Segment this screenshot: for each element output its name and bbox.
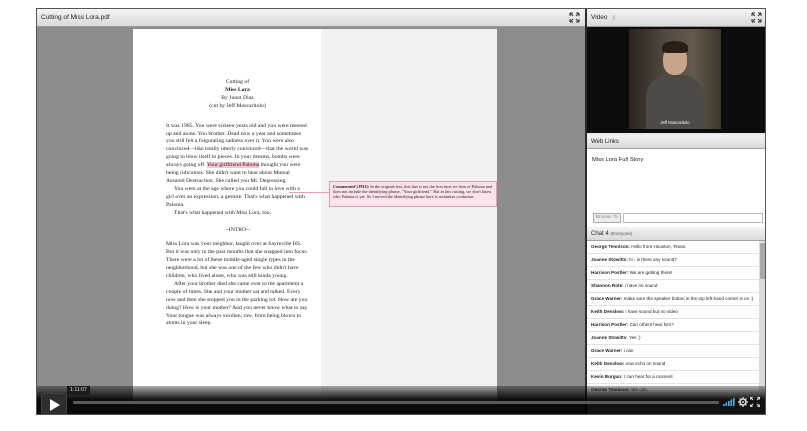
doc-title: Miss Lora [225,86,250,93]
chat-text: i have no sound [624,283,658,288]
chat-username: Kevin Burgun: [591,374,623,379]
chat-message: Joanne Stowitts: Yes :) [587,332,759,345]
chat-message: Harrison Postler: We are getting there! [587,267,759,280]
chat-text: i can [623,348,634,353]
presentation-window: Cutting of Miss Lora.pdf Cutting of Miss… [36,8,766,415]
audio-indicator-icon: ((· [612,15,617,20]
chat-username: Grace Warner: [591,296,623,301]
presenter-video: Jeff Moscaritolo [629,29,721,129]
chat-message: Keith Denslow: now echo on sound [587,358,759,371]
doc-author: By Junot Diaz [221,94,254,101]
doc-title-block: Cutting of Miss Lora By Junot Diaz (cut … [166,79,309,111]
chat-username: Harrison Postler: [591,270,629,275]
chat-text: i have sound but no video [625,309,678,314]
chat-message: Kevin Burgun: I can hear for a moment [587,371,759,384]
chat-username: Grace Warner: [591,348,623,353]
right-column: Video ((· Jeff Moscaritolo Web Links Mis… [587,9,765,414]
chat-text: Can others hear him? [629,322,674,327]
chat-scroll-thumb[interactable] [760,243,765,279]
chat-audience: (Everyone) [610,231,633,236]
chat-username: Joanne Stowitts: [591,335,628,340]
doc-paragraph: That's what happened with Miss Lora, too… [174,209,272,216]
presenter-name: Jeff Moscaritolo [660,120,690,125]
chat-username: Shannon Rote: [591,283,624,288]
presenter-hair [662,41,688,53]
chat-text: I can hear for a moment [623,374,673,379]
chat-message: Grace Warner: make sure the speaker butt… [587,293,759,306]
chat-username: Keith Denslow: [591,309,625,314]
comment-connector [289,192,329,193]
pdf-pane: Cutting of Miss Lora.pdf Cutting of Miss… [37,9,585,414]
comment-margin [321,29,497,401]
gear-icon[interactable] [738,397,748,407]
chat-text: We are getting there! [629,270,673,275]
chat-text: Hello from Houston, Texas. [631,244,687,249]
chat-scrollbar[interactable] [759,241,765,391]
chat-count: 4 [605,231,609,237]
chat-message: Grace Warner: i can [587,345,759,358]
expand-icon[interactable] [751,12,762,23]
link-url-field[interactable] [623,213,763,223]
chat-text: make sure the speaker button in the top … [623,296,754,301]
chat-message: Keith Denslow: i have sound but no video [587,306,759,319]
chat-message: George Tennison: Hello from Houston, Tex… [587,241,759,254]
pdf-header: Cutting of Miss Lora.pdf [37,9,585,27]
web-links-panel: Miss Lora Full Story Browse To [587,149,765,227]
doc-cut-credit: (cut by Jeff Moscaritolo) [209,102,266,109]
video-title: Video [591,14,608,21]
doc-paragraph: You were at the age where you could fall… [166,185,305,208]
video-area[interactable]: Jeff Moscaritolo [587,27,765,133]
video-header: Video ((· [587,9,765,27]
doc-paragraph: It was 1985. You were sixteen years old … [166,123,309,186]
browse-to-button[interactable]: Browse To [593,213,621,223]
play-button[interactable] [41,393,67,414]
player-controls: 1:11:07 [37,386,765,414]
chat-username: George Tennison: [591,244,630,249]
chat-title: Chat [591,231,604,237]
chat-text: hi - is there any sound? [629,257,677,262]
chat-header: Chat 4 (Everyone) [587,227,765,241]
chat-text: Yes :) [628,335,641,340]
doc-section-heading: --INTRO-- [225,226,250,233]
chat-messages[interactable]: George Tennison: Hello from Houston, Tex… [587,241,759,391]
web-link-item[interactable]: Miss Lora Full Story [592,157,643,163]
chat-message: Shannon Rote: i have no sound [587,280,759,293]
doc-paragraph: After your brother died she came over to… [166,280,309,327]
chat-text: now echo on sound [625,361,666,366]
chat-username: Harrison Postler: [591,322,629,327]
chat-username: Joanne Stowitts: [591,257,628,262]
fullscreen-icon[interactable] [750,397,760,407]
play-icon [50,399,60,411]
web-links-header: Web Links [587,135,765,149]
highlighted-text[interactable]: Your girlfriend Paloma [206,162,260,169]
web-links-title: Web Links [591,139,619,145]
chat-username: Keith Denslow: [591,361,625,366]
pdf-page: Cutting of Miss Lora By Junot Diaz (cut … [133,29,321,401]
comment-bubble[interactable]: Commented [JM1]: In the original text, t… [329,181,497,207]
chat-message: Joanne Stowitts: hi - is there any sound… [587,254,759,267]
doc-paragraph: Miss Lora was your neighbor, taught over… [166,241,309,280]
volume-icon[interactable] [723,398,735,406]
expand-icon[interactable] [569,12,580,23]
progress-bar[interactable] [73,401,719,404]
playback-timestamp: 1:11:07 [67,386,90,395]
pdf-title: Cutting of Miss Lora.pdf [41,14,110,21]
doc-heading: Cutting of [225,79,250,85]
chat-message: Harrison Postler: Can others hear him? [587,319,759,332]
